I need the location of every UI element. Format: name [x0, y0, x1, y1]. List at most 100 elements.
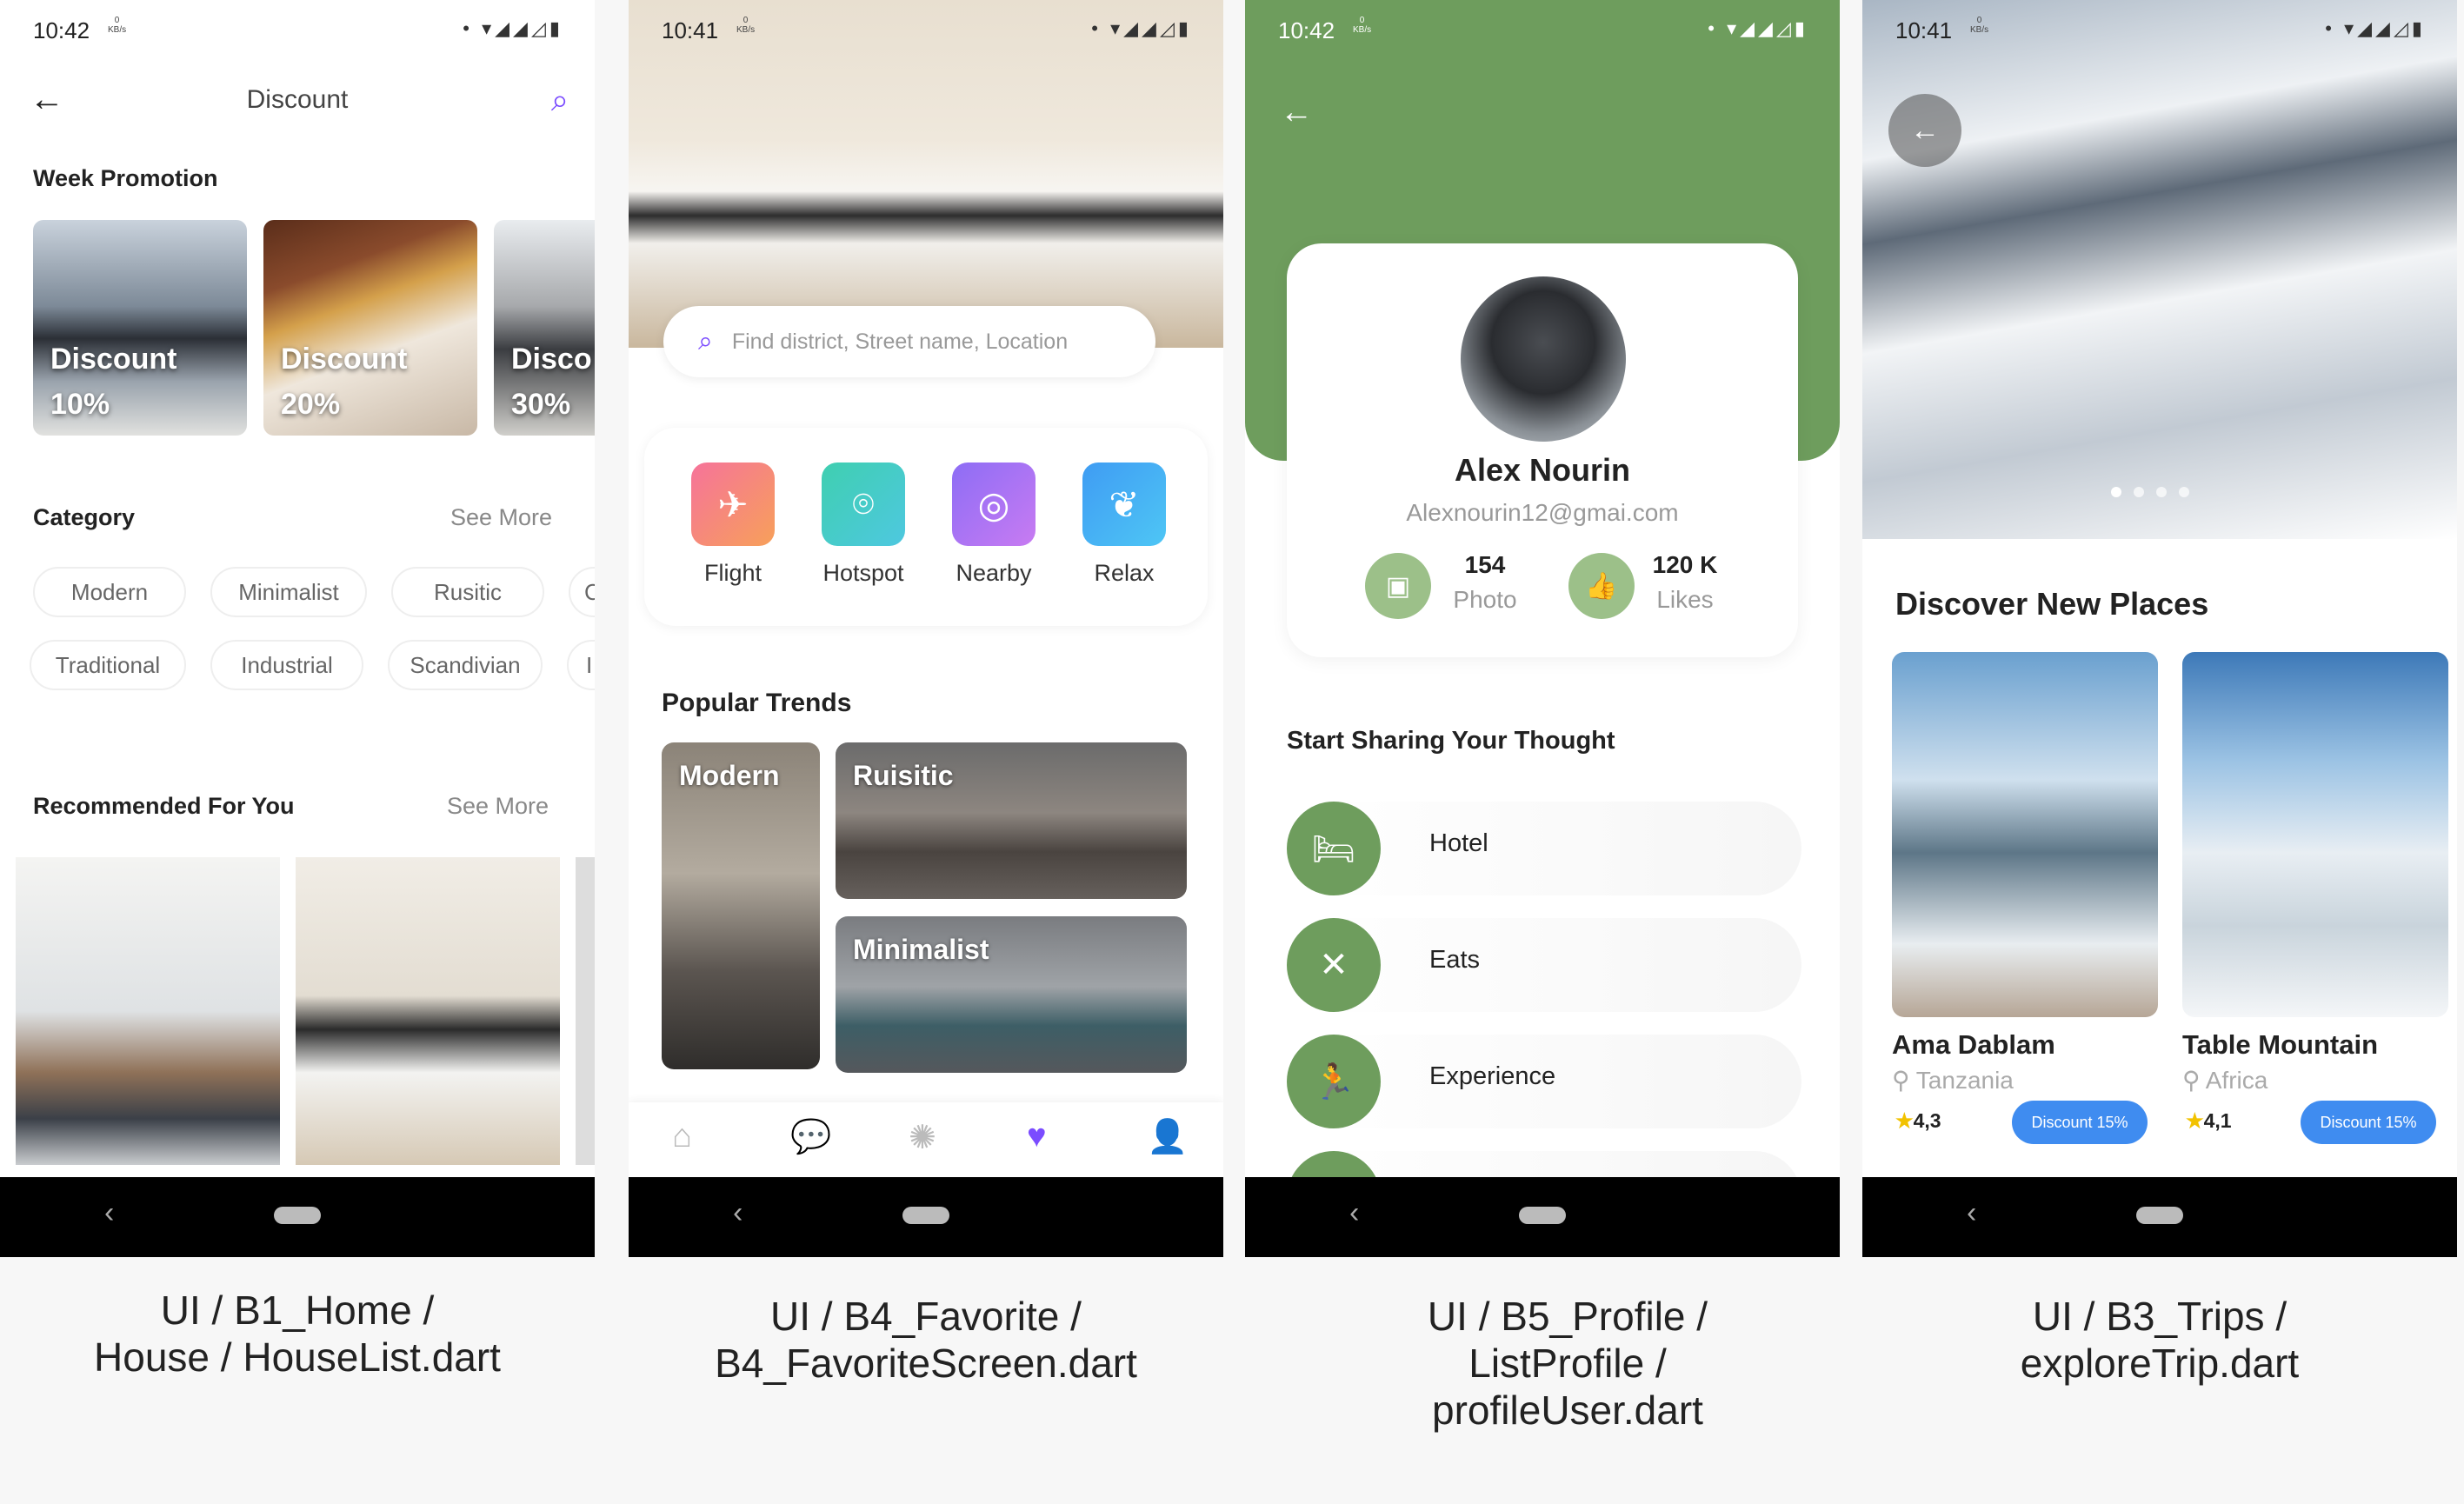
- phone-screen-profile: 10:42 0 KB/s • ▾◢◢◿▮ ← Alex Nourin Alexno…: [1245, 0, 1840, 1257]
- place-name: Ama Dablam: [1892, 1029, 2055, 1060]
- promo-value: 20%: [281, 388, 341, 421]
- list-item-hotel[interactable]: 🛏 Hotel: [1287, 802, 1801, 895]
- nav-home-button[interactable]: [902, 1207, 949, 1224]
- caption-line: House / HouseList.dart: [94, 1334, 501, 1380]
- search-input[interactable]: ⌕ Find district, Street name, Location: [663, 306, 1155, 377]
- house-card[interactable]: [296, 857, 560, 1165]
- favorite-icon[interactable]: ♥: [1027, 1118, 1047, 1155]
- system-nav-bar: ‹: [1245, 1177, 1840, 1257]
- profile-email: Alexnourin12@gmai.com: [1406, 499, 1679, 526]
- caption-line: ListProfile /: [1468, 1341, 1667, 1386]
- home-icon[interactable]: ⌂: [672, 1118, 692, 1155]
- chip-category[interactable]: Modern: [33, 567, 186, 617]
- caption-line: UI / B4_Favorite /: [770, 1294, 1082, 1339]
- nav-back-icon[interactable]: ‹: [104, 1196, 114, 1230]
- status-time: 10:41: [1895, 17, 1953, 43]
- photo-count: 154: [1464, 551, 1506, 578]
- list-item-label: Experience: [1429, 1062, 1556, 1090]
- phone-screen-favorite: 10:41 0 KB/s • ▾◢◢◿▮ ⌕ Find district, Str…: [629, 0, 1223, 1257]
- place-card[interactable]: [1892, 652, 2158, 1017]
- caption: UI / B1_Home / House / HouseList.dart: [0, 1287, 595, 1381]
- category-label: Flight: [703, 560, 763, 586]
- chat-icon[interactable]: 💬: [790, 1118, 831, 1156]
- compass-icon[interactable]: ✺: [909, 1118, 936, 1157]
- flight-icon[interactable]: ✈: [691, 463, 775, 546]
- chip-category[interactable]: Minimalist: [210, 567, 367, 617]
- bottom-nav: ⌂ 💬 ✺ ♥ 👤: [629, 1102, 1223, 1177]
- place-rating: ★4,1: [2186, 1109, 2232, 1133]
- section-recommended: Recommended For You: [33, 793, 295, 819]
- pin-icon: ⚲: [1892, 1067, 1910, 1094]
- place-rating: ★4,3: [1895, 1109, 1941, 1133]
- trend-card[interactable]: Ruisitic: [836, 742, 1187, 899]
- carousel-dots[interactable]: [2111, 487, 2215, 497]
- see-more-link[interactable]: See More: [447, 793, 549, 820]
- discount-badge[interactable]: Discount 15%: [2301, 1101, 2436, 1144]
- chip-category[interactable]: I: [567, 640, 595, 690]
- pin-icon: ⚲: [2182, 1067, 2201, 1094]
- trend-title: Minimalist: [853, 934, 989, 965]
- trend-card[interactable]: Modern: [662, 742, 820, 1069]
- caption-line: profileUser.dart: [1432, 1388, 1703, 1433]
- nav-back-icon[interactable]: ‹: [733, 1196, 743, 1230]
- network-speed: 0 KB/s: [1353, 16, 1372, 35]
- promo-card[interactable]: Discount 10%: [33, 220, 247, 436]
- system-nav-bar: ‹: [1862, 1177, 2457, 1257]
- signal-icons: • ▾◢◢◿▮: [1091, 17, 1192, 39]
- nav-home-button[interactable]: [2136, 1207, 2183, 1224]
- back-arrow-icon[interactable]: ←: [1888, 94, 1961, 167]
- promo-label: Discount: [281, 343, 408, 376]
- chip-category[interactable]: Scandivian: [388, 640, 543, 690]
- signal-icons: • ▾◢◢◿▮: [463, 17, 563, 39]
- category-panel: ✈ Flight ⌾ Hotspot ◎ Nearby ❦ Relax: [644, 428, 1208, 626]
- trend-card[interactable]: Minimalist: [836, 916, 1187, 1073]
- section-popular-trends: Popular Trends: [662, 689, 852, 717]
- nav-home-button[interactable]: [274, 1207, 321, 1224]
- utensils-icon: ✕: [1287, 918, 1381, 1012]
- nearby-icon[interactable]: ◎: [952, 463, 1036, 546]
- house-card[interactable]: [576, 857, 595, 1165]
- trend-title: Modern: [679, 760, 780, 791]
- nav-back-icon[interactable]: ‹: [1349, 1196, 1359, 1230]
- chip-category[interactable]: Rusitic: [391, 567, 544, 617]
- network-speed: 0 KB/s: [108, 16, 127, 35]
- promo-card[interactable]: Discount 20%: [263, 220, 477, 436]
- system-nav-bar: ‹: [0, 1177, 595, 1257]
- phone-screen-explore-trip: 10:41 0 KB/s • ▾◢◢◿▮ ← Discover New Place…: [1862, 0, 2457, 1257]
- discount-badge[interactable]: Discount 15%: [2012, 1101, 2148, 1144]
- hotspot-icon[interactable]: ⌾: [822, 463, 905, 546]
- category-label: Hotspot: [822, 560, 904, 586]
- caption: UI / B5_Profile / ListProfile / profileU…: [1270, 1293, 1865, 1434]
- promo-card[interactable]: Disco 30%: [494, 220, 595, 436]
- photo-icon: ▣: [1365, 553, 1431, 619]
- caption-line: UI / B1_Home /: [160, 1288, 435, 1333]
- list-item-label: Hotel: [1429, 829, 1488, 857]
- list-item-eats[interactable]: ✕ Eats: [1287, 918, 1801, 1012]
- trend-title: Ruisitic: [853, 760, 954, 791]
- network-speed: 0 KB/s: [1970, 16, 1989, 35]
- phone-screen-house-list: 10:42 0 KB/s • ▾◢◢◿▮ ← Discount ⌕ Week Pr…: [0, 0, 595, 1257]
- list-item-experience[interactable]: 🏃 Experience: [1287, 1035, 1801, 1128]
- see-more-link[interactable]: See More: [450, 504, 552, 531]
- likes-count: 120 K: [1652, 551, 1718, 578]
- chip-category[interactable]: C: [569, 567, 595, 617]
- status-bar: 10:41 0 KB/s • ▾◢◢◿▮: [1862, 0, 2457, 59]
- search-icon[interactable]: ⌕: [551, 82, 569, 119]
- star-icon: ★: [1895, 1109, 1914, 1132]
- place-location: ⚲ Tanzania: [1892, 1066, 2014, 1095]
- avatar: [1461, 276, 1626, 442]
- profile-icon[interactable]: 👤: [1147, 1118, 1188, 1156]
- signal-icons: • ▾◢◢◿▮: [2325, 17, 2426, 39]
- section-category: Category: [33, 504, 136, 530]
- nav-home-button[interactable]: [1519, 1207, 1566, 1224]
- status-time: 10:41: [662, 17, 719, 43]
- back-arrow-icon[interactable]: ←: [1280, 94, 1313, 131]
- place-rating-value: 4,1: [2203, 1109, 2232, 1132]
- relax-icon[interactable]: ❦: [1082, 463, 1166, 546]
- chip-category[interactable]: Industrial: [210, 640, 363, 690]
- chip-category[interactable]: Traditional: [30, 640, 186, 690]
- caption-line: exploreTrip.dart: [2020, 1341, 2300, 1386]
- place-card[interactable]: [2182, 652, 2448, 1017]
- nav-back-icon[interactable]: ‹: [1967, 1196, 1976, 1230]
- house-card[interactable]: [16, 857, 280, 1165]
